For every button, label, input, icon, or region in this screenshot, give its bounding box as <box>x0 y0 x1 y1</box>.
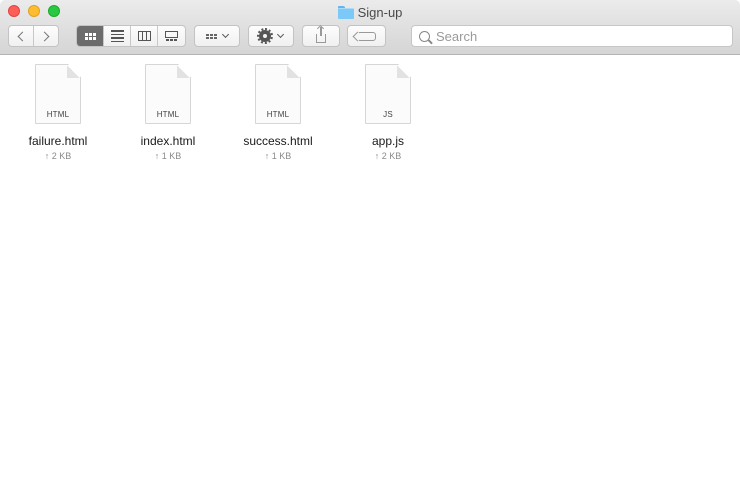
file-name: success.html <box>243 134 313 148</box>
finder-window: Sign-up Search HTML failure.html ↑ 2 KB … <box>0 0 740 479</box>
js-file-icon: JS <box>365 64 411 124</box>
file-size: ↑ 2 KB <box>44 151 72 161</box>
navigation-buttons <box>8 25 59 47</box>
search-field[interactable] <box>411 25 733 47</box>
file-type-label: JS <box>383 110 393 119</box>
file-size: ↑ 2 KB <box>374 151 402 161</box>
file-item[interactable]: HTML failure.html ↑ 2 KB <box>8 64 108 161</box>
window-title-bar: Sign-up <box>0 3 740 21</box>
file-name: index.html <box>140 134 196 148</box>
icon-view-icon <box>84 32 96 40</box>
chevron-down-icon <box>221 30 230 39</box>
html-file-icon: HTML <box>255 64 301 124</box>
group-by-button[interactable] <box>194 25 240 47</box>
file-size: ↑ 1 KB <box>264 151 292 161</box>
folder-icon <box>337 5 354 19</box>
toolbar: Sign-up <box>0 0 740 55</box>
file-item[interactable]: JS app.js ↑ 2 KB <box>338 64 438 161</box>
gallery-view-button[interactable] <box>158 26 185 46</box>
file-name: failure.html <box>28 134 88 148</box>
icon-view-button[interactable] <box>77 26 104 46</box>
window-title: Sign-up <box>357 4 403 20</box>
action-menu-button[interactable] <box>248 25 294 47</box>
file-size: ↑ 1 KB <box>154 151 182 161</box>
chevron-down-icon <box>276 30 285 39</box>
file-area[interactable]: HTML failure.html ↑ 2 KB HTML index.html… <box>0 56 740 479</box>
tag-icon <box>357 31 376 41</box>
gear-icon <box>257 28 273 44</box>
search-input[interactable] <box>436 28 716 44</box>
chevron-left-icon <box>17 31 28 41</box>
file-type-label: HTML <box>156 110 180 119</box>
chevron-right-icon <box>39 31 50 41</box>
html-file-icon: HTML <box>145 64 191 124</box>
column-view-button[interactable] <box>131 26 158 46</box>
share-icon <box>316 26 326 43</box>
file-type-label: HTML <box>266 110 290 119</box>
forward-button[interactable] <box>34 26 58 46</box>
back-button[interactable] <box>9 26 34 46</box>
view-mode-selector <box>76 25 186 47</box>
list-view-button[interactable] <box>104 26 131 46</box>
search-icon <box>419 30 430 42</box>
column-view-icon <box>137 31 151 41</box>
share-button[interactable] <box>302 25 340 47</box>
group-icon <box>206 33 217 39</box>
html-file-icon: HTML <box>35 64 81 124</box>
file-item[interactable]: HTML index.html ↑ 1 KB <box>118 64 218 161</box>
list-view-icon <box>110 30 124 42</box>
file-type-label: HTML <box>46 110 70 119</box>
file-name: app.js <box>371 134 405 148</box>
tags-button[interactable] <box>347 25 386 47</box>
gallery-view-icon <box>164 31 178 41</box>
file-item[interactable]: HTML success.html ↑ 1 KB <box>228 64 328 161</box>
